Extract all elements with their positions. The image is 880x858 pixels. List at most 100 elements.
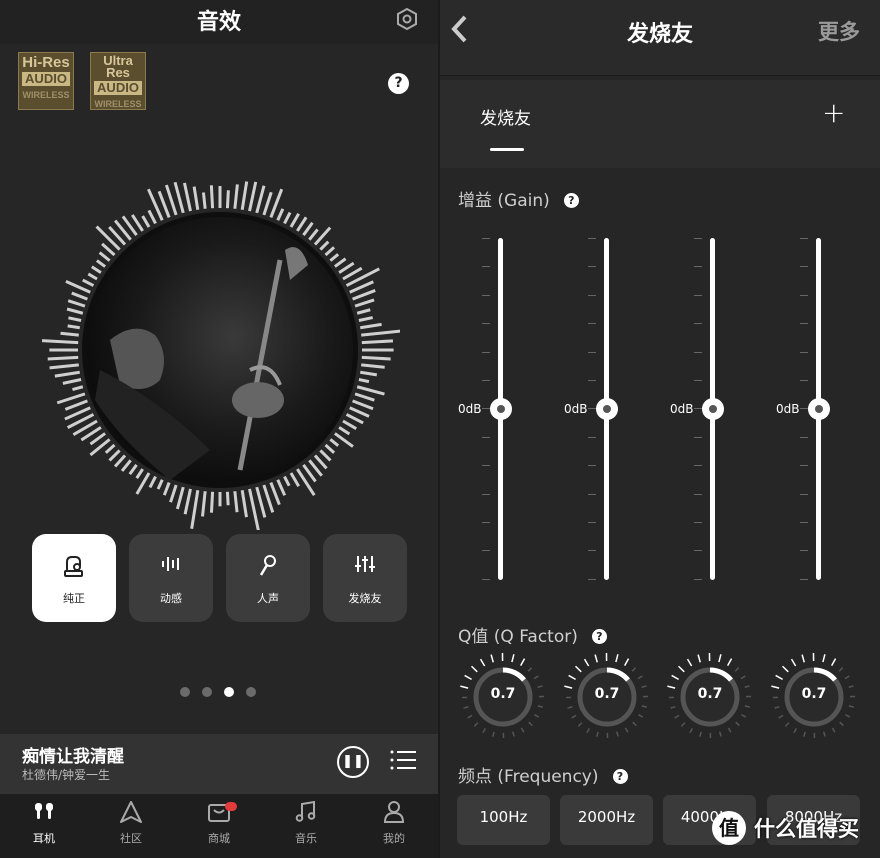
dial-tick — [670, 706, 676, 709]
help-icon[interactable]: ? — [591, 629, 607, 644]
page-dot-active[interactable] — [224, 687, 234, 697]
dial-tick — [519, 658, 526, 666]
spectrum-bar — [345, 413, 364, 425]
help-icon[interactable]: ? — [388, 73, 409, 94]
slider-thumb[interactable] — [808, 398, 830, 420]
spectrum-bar — [283, 211, 292, 225]
pause-button[interactable]: ❚❚ — [337, 746, 369, 778]
gain-value: 0dB — [564, 402, 588, 416]
spectrum-bar — [141, 215, 151, 228]
slider-tick — [800, 323, 808, 325]
dial-tick — [512, 731, 515, 737]
tab-music[interactable]: 音乐 — [276, 800, 336, 846]
tab-profile[interactable]: 我的 — [364, 800, 424, 846]
tab-shop[interactable]: 商城 — [189, 800, 249, 846]
add-preset-button[interactable]: + — [822, 96, 845, 129]
mode-vocal-button[interactable]: 人声 — [226, 534, 310, 622]
gain-slider[interactable]: 0dB — [458, 236, 530, 582]
spectrum-bar — [131, 214, 144, 232]
song-artist: 杜德伟/钟爱一生 — [22, 768, 111, 782]
active-tab-indicator — [490, 148, 524, 151]
frequency-section-label: 频点 (Frequency)? — [458, 762, 628, 787]
gain-slider[interactable]: 0dB — [564, 236, 636, 582]
spectrum-bar — [333, 257, 347, 268]
page-dot[interactable] — [246, 687, 256, 697]
q-factor-dial[interactable]: 0.7 — [769, 652, 859, 742]
help-icon[interactable]: ? — [612, 769, 628, 784]
gain-slider[interactable]: 0dB — [670, 236, 742, 582]
slider-tick — [482, 351, 490, 353]
spectrum-bar — [356, 308, 371, 315]
frequency-button[interactable]: 2000Hz — [560, 795, 653, 845]
spectrum-bar — [255, 185, 266, 214]
spectrum-bar — [361, 329, 400, 337]
audiophile-eq-panel: 发烧友 更多 发烧友 + 增益 (Gain)? 0dB 0dB 0dB 0dB … — [440, 0, 880, 858]
dial-tick — [801, 654, 805, 663]
slider-tick — [694, 294, 702, 296]
dial-tick — [775, 674, 783, 681]
q-factor-dial[interactable]: 0.7 — [665, 652, 755, 742]
mini-player[interactable]: 痴情让我清醒 杜德伟/钟爱一生 ❚❚ — [0, 734, 438, 794]
spectrum-bar — [240, 181, 249, 210]
help-icon[interactable]: ? — [563, 193, 579, 208]
song-title: 痴情让我清醒 — [22, 747, 124, 767]
slider-thumb[interactable] — [702, 398, 724, 420]
dial-tick — [482, 728, 487, 734]
sound-effects-panel: 音效 Hi-Res AUDIO WIRELESS Ultra Res AUDIO … — [0, 0, 438, 858]
q-factor-dial[interactable]: 0.7 — [562, 652, 652, 742]
more-button[interactable]: 更多 — [818, 16, 860, 46]
frequency-button[interactable]: 100Hz — [457, 795, 550, 845]
spectrum-bar — [104, 443, 116, 454]
q-factor-dial[interactable]: 0.7 — [458, 652, 548, 742]
spectrum-bar — [169, 484, 178, 503]
slider-thumb[interactable] — [490, 398, 512, 420]
spectrum-bar — [358, 316, 374, 322]
spectrum-bar — [156, 479, 164, 490]
spectrum-bar — [173, 181, 185, 214]
q-value: 0.7 — [594, 686, 620, 702]
dial-tick — [577, 722, 583, 727]
mode-dynamic-button[interactable]: 动感 — [129, 534, 213, 622]
tab-preset-audiophile[interactable]: 发烧友 — [480, 104, 531, 129]
spectrum-bar — [352, 289, 376, 301]
spectrum-bar — [233, 491, 239, 513]
spectrum-bar — [41, 339, 79, 345]
q-value: 0.7 — [697, 686, 723, 702]
spectrum-bar — [302, 221, 314, 237]
spectrum-bar — [201, 491, 207, 517]
slider-tick — [588, 436, 596, 438]
slider-tick — [694, 408, 702, 410]
tab-earbuds[interactable]: 耳机 — [14, 800, 74, 846]
mode-pure-button[interactable]: 纯正 — [32, 534, 116, 622]
tab-community[interactable]: 社区 — [101, 800, 161, 846]
spectrum-bar — [255, 486, 267, 518]
dial-tick — [631, 667, 637, 672]
spectrum-bar — [225, 190, 230, 209]
dial-tick — [583, 658, 590, 667]
slider-thumb[interactable] — [596, 398, 618, 420]
mode-audiophile-button[interactable]: 发烧友 — [323, 534, 407, 622]
spectrum-bar — [148, 475, 157, 489]
slider-tick — [694, 550, 702, 552]
gain-slider[interactable]: 0dB — [776, 236, 848, 582]
page-dot[interactable] — [180, 687, 190, 697]
playlist-icon[interactable] — [390, 748, 416, 772]
dial-tick — [689, 728, 694, 734]
spectrum-bar — [175, 486, 185, 510]
q-value: 0.7 — [801, 686, 827, 702]
dial-tick — [744, 705, 750, 708]
spectrum-bar — [269, 482, 281, 506]
slider-tick — [482, 493, 490, 495]
page-dot[interactable] — [202, 687, 212, 697]
slider-tick — [694, 351, 702, 353]
dial-tick — [490, 654, 494, 663]
spectrum-bar — [361, 363, 385, 369]
dial-tick — [838, 667, 844, 672]
dial-tick — [511, 654, 515, 663]
slider-tick — [588, 522, 596, 523]
slider-tick — [482, 266, 490, 268]
gain-section-label: 增益 (Gain)? — [458, 186, 579, 211]
spectrum-bar — [54, 370, 80, 378]
spectrum-bar — [358, 378, 370, 384]
settings-hexagon-icon[interactable] — [396, 8, 418, 30]
